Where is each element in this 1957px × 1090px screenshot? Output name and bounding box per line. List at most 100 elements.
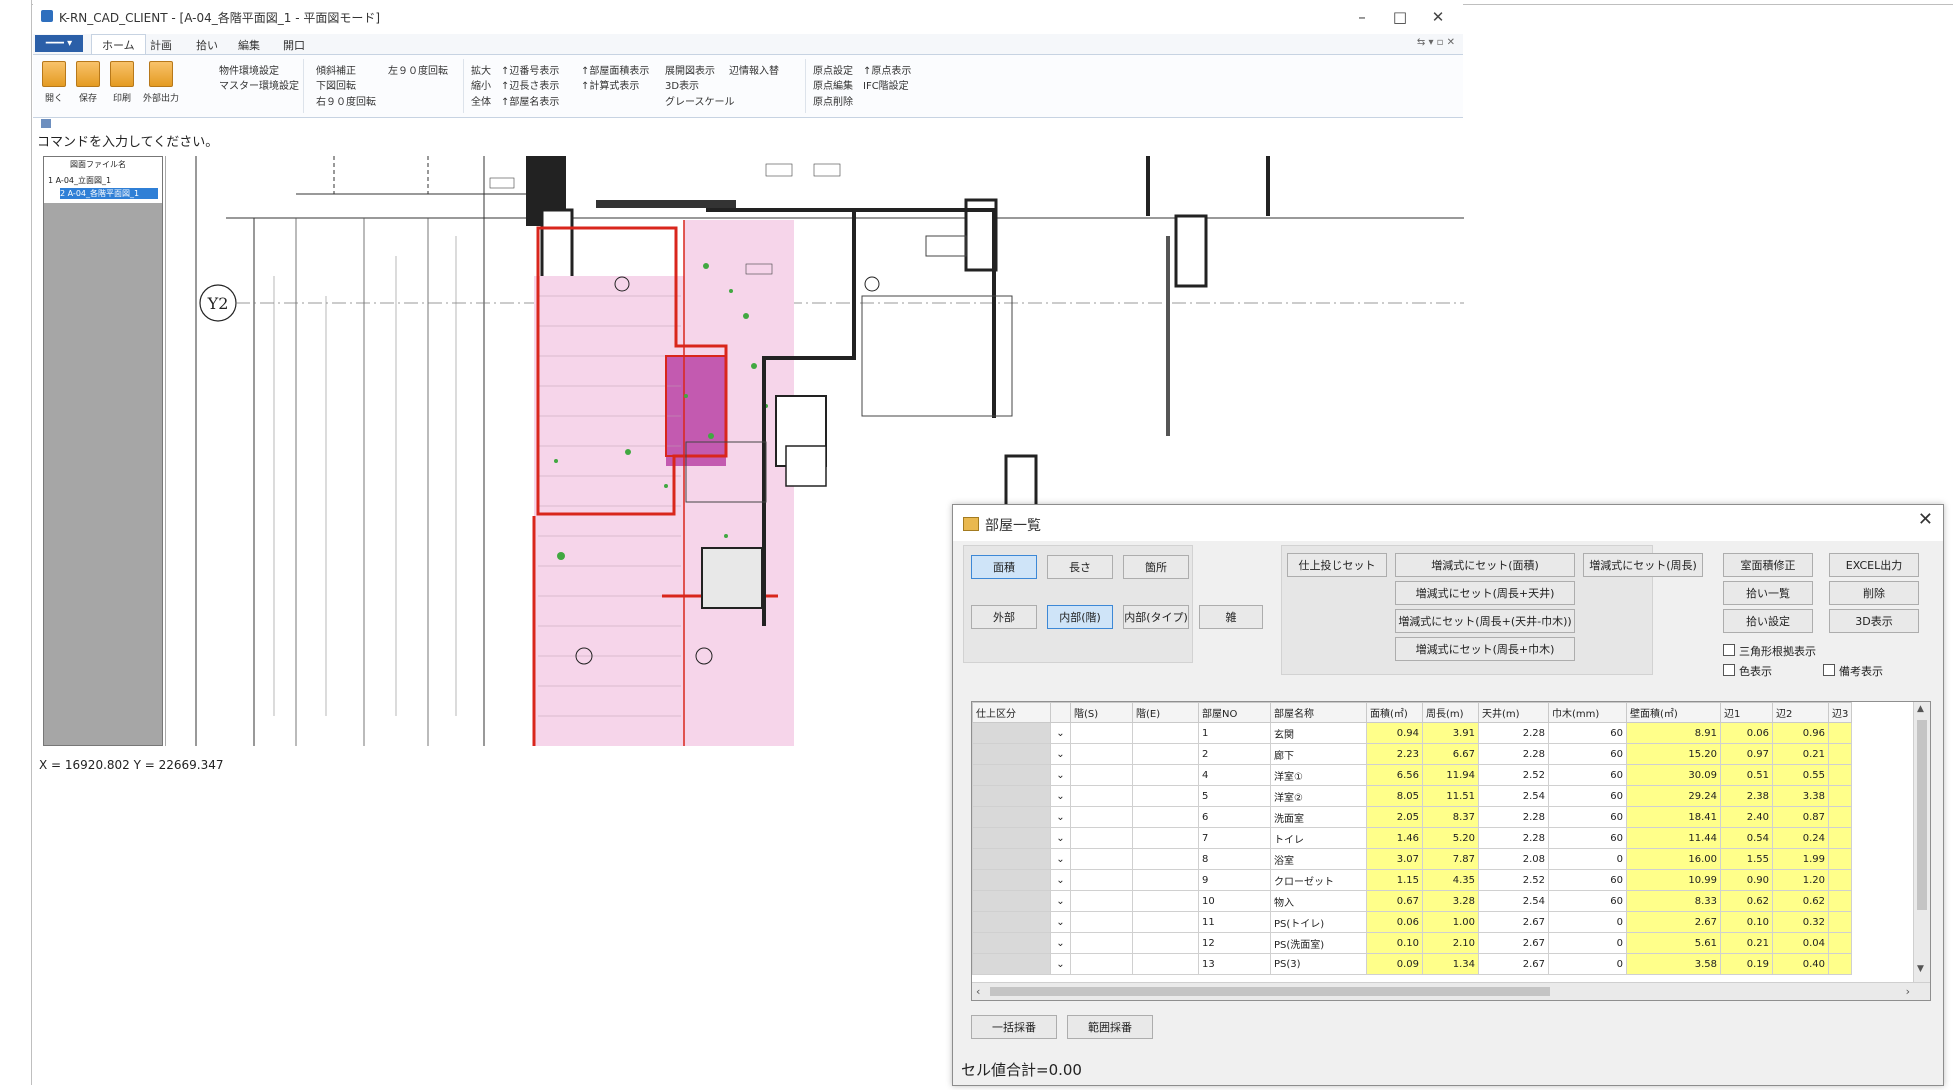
table-cell[interactable]: PS(洗面室) <box>1270 932 1367 954</box>
edge-length-toggle[interactable]: ↑辺長さ表示 <box>501 77 559 92</box>
table-cell[interactable]: 0.62 <box>1772 890 1829 912</box>
tree-item-elevation[interactable]: 1 A-04_立面図_1 <box>48 175 111 186</box>
finish-category-cell[interactable] <box>972 722 1051 744</box>
table-cell[interactable]: 2.52 <box>1478 764 1549 786</box>
remarks-display-checkbox[interactable]: 備考表示 <box>1823 663 1883 679</box>
table-cell[interactable]: 11.44 <box>1626 827 1721 849</box>
project-env-settings-button[interactable]: 物件環境設定 <box>219 62 279 77</box>
table-cell[interactable] <box>1070 722 1133 744</box>
chevron-down-icon[interactable]: ⌄ <box>1050 806 1071 828</box>
table-cell[interactable]: 0.87 <box>1772 806 1829 828</box>
table-cell[interactable]: 2.40 <box>1720 806 1773 828</box>
table-cell[interactable]: 3.58 <box>1626 953 1721 975</box>
elevation-view-button[interactable]: 展開図表示 <box>665 62 715 77</box>
tab-edit[interactable]: 編集 <box>238 37 260 53</box>
table-cell[interactable]: 2.28 <box>1478 806 1549 828</box>
table-cell[interactable] <box>1132 932 1199 954</box>
table-cell[interactable]: 6.56 <box>1366 764 1423 786</box>
chevron-down-icon[interactable]: ⌄ <box>1050 890 1071 912</box>
finish-category-cell[interactable] <box>972 869 1051 891</box>
chevron-down-icon[interactable]: ⌄ <box>1050 911 1071 933</box>
table-cell[interactable] <box>1070 743 1133 765</box>
tilt-correction-button[interactable]: 傾斜補正 <box>316 62 356 77</box>
zoom-in-button[interactable]: 拡大 <box>471 62 491 77</box>
table-cell[interactable]: PS(トイレ) <box>1270 911 1367 933</box>
table-cell[interactable]: 60 <box>1548 785 1627 807</box>
table-cell[interactable]: 0.21 <box>1772 743 1829 765</box>
table-cell[interactable]: 2.67 <box>1478 911 1549 933</box>
table-row[interactable]: ⌄ 13 PS(3) 0.09 1.34 2.67 0 3.58 0.19 0.40 <box>972 953 1853 975</box>
table-cell[interactable]: 2.38 <box>1720 785 1773 807</box>
finish-category-cell[interactable] <box>972 785 1051 807</box>
table-cell[interactable]: 1.99 <box>1772 848 1829 870</box>
set-perimeter-ceiling-baseboard-button[interactable]: 増減式にセット(周長+(天井-巾木)) <box>1395 609 1575 633</box>
table-cell[interactable]: 60 <box>1548 890 1627 912</box>
table-cell[interactable]: 1.46 <box>1366 827 1423 849</box>
checkbox-box[interactable] <box>1723 644 1735 656</box>
table-cell[interactable]: 2.67 <box>1626 911 1721 933</box>
chevron-down-icon[interactable]: ⌄ <box>1050 869 1071 891</box>
table-cell[interactable]: PS(3) <box>1270 953 1367 975</box>
set-perimeter-ceiling-button[interactable]: 増減式にセット(周長+天井) <box>1395 581 1575 605</box>
table-cell[interactable]: 2.28 <box>1478 722 1549 744</box>
triangle-basis-checkbox[interactable]: 三角形根拠表示 <box>1723 643 1816 659</box>
save-button[interactable]: 保存 <box>73 61 103 104</box>
table-cell[interactable] <box>1132 785 1199 807</box>
set-perimeter-button[interactable]: 増減式にセット(周長) <box>1583 553 1703 577</box>
table-cell[interactable]: 5.20 <box>1422 827 1479 849</box>
edge-number-toggle[interactable]: ↑辺番号表示 <box>501 62 559 77</box>
origin-display-toggle[interactable]: ↑原点表示 <box>863 62 911 77</box>
table-cell[interactable]: 2.10 <box>1422 932 1479 954</box>
tab-home[interactable]: ホーム <box>91 34 146 54</box>
table-cell[interactable]: 0 <box>1548 953 1627 975</box>
table-cell[interactable]: 0.40 <box>1772 953 1829 975</box>
table-cell[interactable]: 0.32 <box>1772 911 1829 933</box>
table-cell[interactable]: 60 <box>1548 827 1627 849</box>
table-cell[interactable]: 0.06 <box>1366 911 1423 933</box>
formula-toggle[interactable]: ↑計算式表示 <box>581 77 639 92</box>
table-cell[interactable]: 11 <box>1198 911 1271 933</box>
tab-takeoff[interactable]: 拾い <box>196 37 218 53</box>
interior-floor-button[interactable]: 内部(階) <box>1047 605 1113 629</box>
table-cell[interactable]: 5.61 <box>1626 932 1721 954</box>
table-cell[interactable]: 7 <box>1198 827 1271 849</box>
finish-set-button[interactable]: 仕上投じセット <box>1287 553 1387 577</box>
table-cell[interactable] <box>1070 869 1133 891</box>
table-cell[interactable]: 29.24 <box>1626 785 1721 807</box>
interior-type-button[interactable]: 内部(タイプ) <box>1123 605 1189 629</box>
scroll-up-icon[interactable]: ▲ <box>1917 704 1924 714</box>
table-cell[interactable]: 洋室② <box>1270 785 1367 807</box>
table-cell[interactable]: 0.97 <box>1720 743 1773 765</box>
rotate-left-90-button[interactable]: 左９０度回転 <box>388 62 448 77</box>
room-name-toggle[interactable]: ↑部屋名表示 <box>501 93 559 108</box>
zoom-all-button[interactable]: 全体 <box>471 93 491 108</box>
chevron-down-icon[interactable]: ⌄ <box>1050 785 1071 807</box>
table-cell[interactable]: 洋室① <box>1270 764 1367 786</box>
finish-category-cell[interactable] <box>972 827 1051 849</box>
misc-button[interactable]: 雑 <box>1199 605 1263 629</box>
table-cell[interactable] <box>1070 932 1133 954</box>
ifc-floor-settings-button[interactable]: IFC階設定 <box>863 77 909 92</box>
origin-delete-button[interactable]: 原点削除 <box>813 93 853 108</box>
export-button[interactable]: 外部出力 <box>141 61 181 104</box>
table-cell[interactable]: 10 <box>1198 890 1271 912</box>
table-cell[interactable]: 4 <box>1198 764 1271 786</box>
chevron-down-icon[interactable]: ⌄ <box>1050 764 1071 786</box>
length-mode-button[interactable]: 長さ <box>1047 555 1113 579</box>
finish-category-cell[interactable] <box>972 806 1051 828</box>
vertical-scrollbar[interactable]: ▲ ▼ <box>1913 702 1930 982</box>
table-cell[interactable] <box>1070 764 1133 786</box>
table-cell[interactable]: 2.28 <box>1478 743 1549 765</box>
scroll-right-icon[interactable]: › <box>1906 985 1910 998</box>
table-row[interactable]: ⌄ 8 浴室 3.07 7.87 2.08 0 16.00 1.55 1.99 <box>972 848 1853 870</box>
chevron-down-icon[interactable]: ⌄ <box>1050 953 1071 975</box>
table-row[interactable]: ⌄ 7 トイレ 1.46 5.20 2.28 60 11.44 0.54 0.24 <box>972 827 1853 849</box>
table-cell[interactable]: 1.00 <box>1422 911 1479 933</box>
table-cell[interactable]: 60 <box>1548 869 1627 891</box>
grayscale-button[interactable]: グレースケール <box>665 93 735 108</box>
quick-access-icon[interactable] <box>41 119 51 128</box>
table-cell[interactable]: 1.20 <box>1772 869 1829 891</box>
table-cell[interactable]: 1 <box>1198 722 1271 744</box>
set-perimeter-baseboard-button[interactable]: 増減式にセット(周長+巾木) <box>1395 637 1575 661</box>
file-menu-tab[interactable]: ━━━ ▾ <box>35 35 83 52</box>
